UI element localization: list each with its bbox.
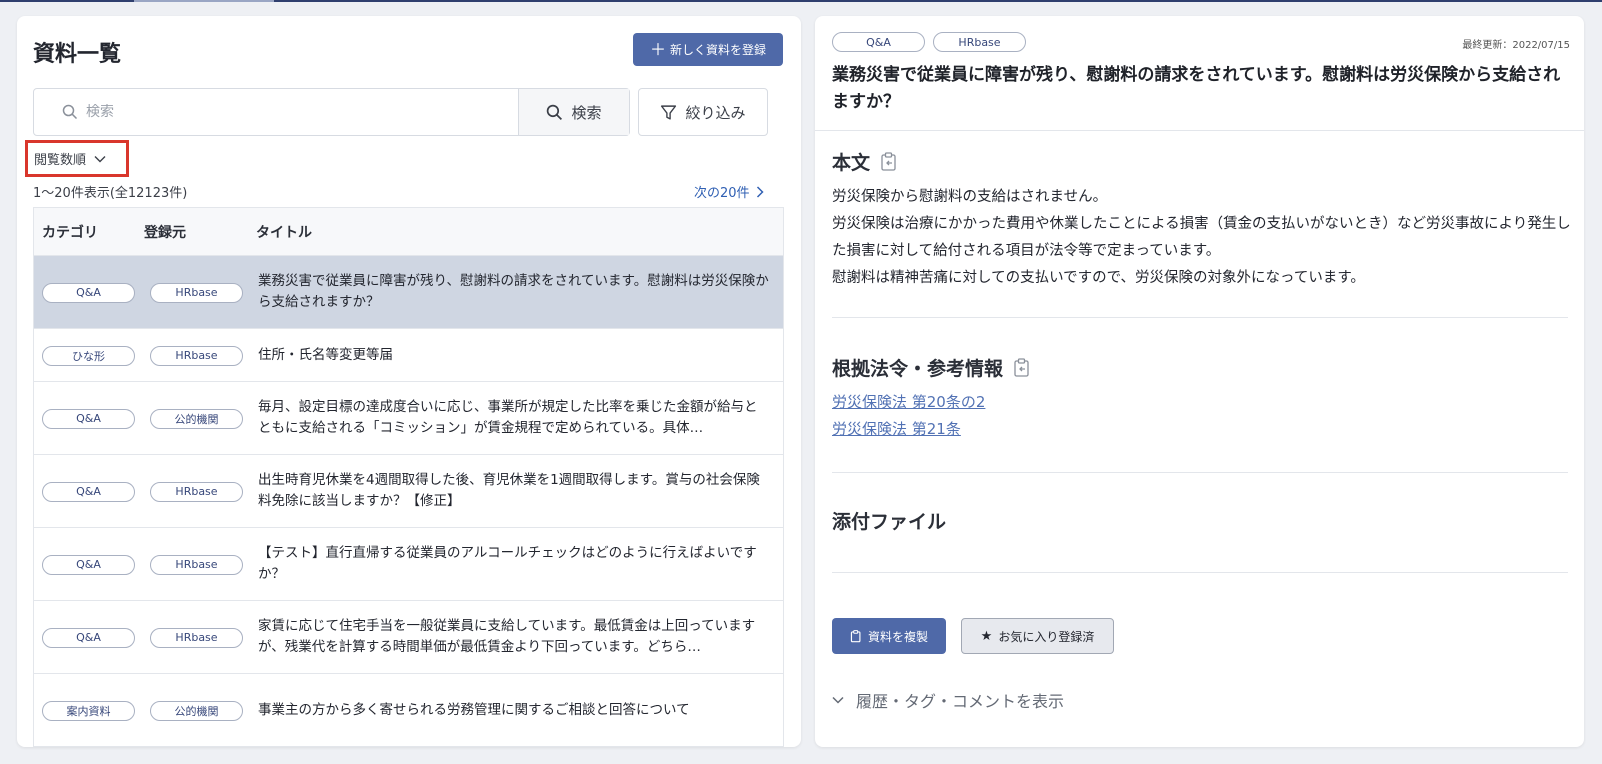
divider <box>815 130 1584 131</box>
duplicate-button-label: 資料を複製 <box>867 629 928 644</box>
sort-dropdown[interactable]: 閲覧数順 <box>25 140 129 177</box>
divider <box>832 472 1568 473</box>
law-link[interactable]: 労災保険法 第21条 <box>832 416 985 443</box>
last-updated: 最終更新：2022/07/15 <box>1462 40 1570 51</box>
filter-button[interactable]: 絞り込み <box>638 88 768 136</box>
plus-icon: ＋ <box>649 39 666 59</box>
category-badge: Q&A <box>42 408 135 429</box>
row-title: 事業主の方から多く寄せられる労務管理に関するご相談と回答について <box>258 701 690 718</box>
favorite-button[interactable]: ★ お気に入り登録済 <box>961 618 1114 654</box>
law-heading-wrap: 根拠法令・参考情報 <box>832 354 1031 381</box>
row-title: 毎月、設定目標の達成度合いに応じ、事業所が規定した比率を乗じた金額が給与とともに… <box>258 399 758 436</box>
next-page-link[interactable]: 次の20件 <box>694 182 764 201</box>
document-detail-panel: Q&A HRbase 最終更新：2022/07/15 業務災害で従業員に障害が残… <box>815 16 1584 747</box>
search-button-label: 検索 <box>571 103 602 122</box>
next-page-label: 次の20件 <box>694 186 750 201</box>
row-title: 家賃に応じて住宅手当を一般従業員に支給しています。最低賃金は上回っていますが、残… <box>258 618 756 655</box>
search-input[interactable] <box>86 104 466 120</box>
source-badge: HRbase <box>150 627 243 648</box>
body-heading-wrap: 本文 <box>832 148 898 175</box>
attach-heading: 添付ファイル <box>832 511 947 533</box>
favorite-button-label: お気に入り登録済 <box>998 629 1095 644</box>
category-badge: 案内資料 <box>42 700 135 721</box>
clipboard-copy-icon[interactable] <box>880 151 898 172</box>
clipboard-copy-icon[interactable] <box>1013 357 1031 378</box>
table-row[interactable]: Q&A HRbase 出生時育児休業を4週間取得した後、育児休業を1週間取得しま… <box>34 455 783 528</box>
document-table: カテゴリ 登録元 タイトル Q&A HRbase 業務災害で従業員に障害が残り、… <box>33 207 784 747</box>
result-count: 1～20件表示(全12123件) <box>33 186 188 201</box>
page-title: 資料一覧 <box>33 42 122 67</box>
category-badge: ひな形 <box>42 345 135 366</box>
row-title: 業務災害で従業員に障害が残り、慰謝料の請求をされています。慰謝料は労災保険から支… <box>258 273 769 310</box>
source-badge: HRbase <box>150 481 243 502</box>
row-title: 住所・氏名等変更等届 <box>258 346 393 363</box>
table-row[interactable]: Q&A HRbase 【テスト】直行直帰する従業員のアルコールチェックはどのよう… <box>34 528 783 601</box>
filter-icon <box>661 104 677 120</box>
body-line: 慰謝料は精神苦痛に対しての支払いですので、労災保険の対象外になっています。 <box>832 270 1365 286</box>
detail-category-badge: Q&A <box>832 32 925 52</box>
star-icon: ★ <box>980 628 993 644</box>
history-toggle-label: 履歴・タグ・コメントを表示 <box>856 692 1065 711</box>
law-heading: 根拠法令・参考情報 <box>832 358 1004 380</box>
category-badge: Q&A <box>42 282 135 303</box>
table-row[interactable]: Q&A HRbase 家賃に応じて住宅手当を一般従業員に支給しています。最低賃金… <box>34 601 783 674</box>
chevron-right-icon <box>756 185 764 198</box>
document-list-panel: 資料一覧 ＋ 新しく資料を登録 検索 絞り込み 閲覧数順 1～20件表示(全12… <box>17 16 801 747</box>
detail-title: 業務災害で従業員に障害が残り、慰謝料の請求をされています。慰謝料は労災保険から支… <box>832 65 1561 112</box>
chevron-down-icon <box>832 696 844 704</box>
divider <box>832 317 1568 318</box>
category-badge: Q&A <box>42 627 135 648</box>
column-header-category: カテゴリ <box>42 224 98 241</box>
column-header-title: タイトル <box>256 224 312 241</box>
detail-source-badge: HRbase <box>933 32 1026 52</box>
column-header-source: 登録元 <box>144 224 186 241</box>
table-row[interactable]: ひな形 HRbase 住所・氏名等変更等届 <box>34 329 783 382</box>
search-button[interactable]: 検索 <box>518 89 629 135</box>
source-badge: HRbase <box>150 282 243 303</box>
active-tab-indicator <box>134 0 274 2</box>
table-row[interactable]: Q&A HRbase 業務災害で従業員に障害が残り、慰謝料の請求をされています。… <box>34 256 783 329</box>
table-row[interactable]: 案内資料 公的機関 事業主の方から多く寄せられる労務管理に関するご相談と回答につ… <box>34 674 783 747</box>
row-title: 【テスト】直行直帰する従業員のアルコールチェックはどのように行えばよいですか？ <box>258 545 757 582</box>
sort-label: 閲覧数順 <box>34 153 87 168</box>
body-line: 労災保険から慰謝料の支給はされません。 <box>832 189 1108 205</box>
search-icon <box>547 104 563 120</box>
duplicate-icon <box>850 629 861 642</box>
search-icon <box>62 104 78 120</box>
table-header: カテゴリ 登録元 タイトル <box>34 208 783 256</box>
top-bar <box>0 0 1602 2</box>
source-badge: 公的機関 <box>150 700 243 721</box>
search-bar: 検索 <box>33 88 630 136</box>
attach-heading-wrap: 添付ファイル <box>832 507 946 534</box>
add-document-label: 新しく資料を登録 <box>670 43 767 57</box>
divider <box>832 572 1568 573</box>
chevron-down-icon <box>94 155 106 162</box>
category-badge: Q&A <box>42 481 135 502</box>
category-badge: Q&A <box>42 554 135 575</box>
duplicate-document-button[interactable]: 資料を複製 <box>832 618 946 654</box>
body-heading: 本文 <box>832 152 871 174</box>
body-text: 労災保険から慰謝料の支給はされません。 労災保険は治療にかかった費用や休業したこ… <box>832 184 1572 292</box>
source-badge: 公的機関 <box>150 408 243 429</box>
body-line: 労災保険は治療にかかった費用や休業したことによる損害（賃金の支払いがないとき）な… <box>832 216 1571 259</box>
history-toggle[interactable]: 履歴・タグ・コメントを表示 <box>832 688 1064 712</box>
source-badge: HRbase <box>150 554 243 575</box>
filter-button-label: 絞り込み <box>685 103 746 122</box>
table-row[interactable]: Q&A 公的機関 毎月、設定目標の達成度合いに応じ、事業所が規定した比率を乗じた… <box>34 382 783 455</box>
detail-tags: Q&A HRbase <box>832 32 1026 52</box>
law-links: 労災保険法 第20条の2 労災保険法 第21条 <box>832 389 985 443</box>
law-link[interactable]: 労災保険法 第20条の2 <box>832 389 985 416</box>
source-badge: HRbase <box>150 345 243 366</box>
add-document-button[interactable]: ＋ 新しく資料を登録 <box>633 33 783 66</box>
row-title: 出生時育児休業を4週間取得した後、育児休業を1週間取得します。賞与の社会保険料免… <box>258 472 760 509</box>
search-input-wrap <box>34 89 518 135</box>
